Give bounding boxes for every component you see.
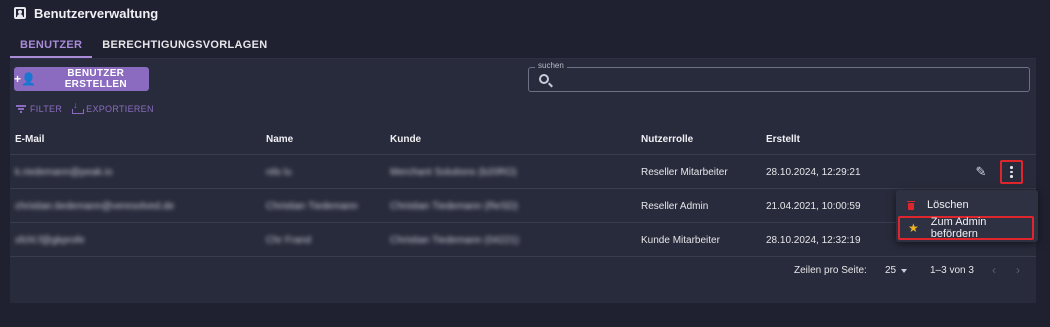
more-vert-icon (1010, 166, 1013, 178)
cell-created: 28.10.2024, 12:32:19 (766, 235, 861, 246)
chevron-down-icon[interactable] (901, 269, 907, 273)
cell-email: christian.tiedemann@veresolved.de (15, 201, 175, 212)
menu-item-label: Zum Admin befördern (930, 216, 987, 240)
cell-role: Kunde Mitarbeiter (641, 235, 720, 246)
edit-icon[interactable]: ✎ (974, 165, 988, 179)
search-icon (539, 74, 549, 84)
column-header-role[interactable]: Nutzerrolle (641, 134, 693, 145)
export-button[interactable]: EXPORTIEREN (72, 100, 154, 114)
more-actions-button[interactable] (1000, 160, 1023, 184)
menu-item-label: Löschen (927, 199, 969, 211)
column-header-name[interactable]: Name (266, 134, 293, 145)
menu-item-promote-admin[interactable]: ★ Zum Admin befördern (898, 216, 1034, 240)
table-toolbar: FILTER EXPORTIEREN (16, 100, 154, 114)
trash-icon (907, 200, 915, 210)
cell-created: 21.04.2021, 10:00:59 (766, 201, 861, 212)
filter-icon (16, 105, 26, 113)
next-page-icon[interactable]: › (1016, 263, 1020, 277)
column-header-kunde[interactable]: Kunde (390, 134, 421, 145)
filter-button[interactable]: FILTER (16, 104, 62, 114)
create-user-label: BENUTZER ERSTELLEN (64, 68, 127, 90)
search-label: suchen (535, 61, 567, 70)
cell-kunde: Merchant Solutions (b20RO) (390, 167, 517, 178)
table-row[interactable]: christian.tiedemann@veresolved.de Christ… (10, 190, 1036, 223)
previous-page-icon[interactable]: ‹ (992, 263, 996, 277)
star-icon: ★ (908, 221, 919, 235)
cell-email: k.riedemann@peak.io (15, 167, 113, 178)
app-header: Benutzerverwaltung (0, 0, 1050, 26)
column-header-created[interactable]: Erstellt (766, 134, 800, 145)
table-row[interactable]: k.riedemann@peak.io nils lu Merchant Sol… (10, 156, 1036, 189)
cell-name: Christian Tiedemann (266, 201, 358, 212)
search-input[interactable] (557, 71, 1017, 89)
users-panel: +👤 BENUTZER ERSTELLEN suchen FILTER EXPO… (10, 59, 1036, 303)
menu-item-delete[interactable]: Löschen (896, 193, 1038, 217)
row-actions-menu: Löschen ★ Zum Admin befördern (896, 190, 1038, 242)
tab-benutzer[interactable]: BENUTZER (10, 34, 93, 58)
user-card-icon (14, 7, 26, 19)
cell-kunde: Christian Tiedemann (04221) (390, 235, 519, 246)
cell-created: 28.10.2024, 12:29:21 (766, 167, 861, 178)
cell-role: Reseller Mitarbeiter (641, 167, 728, 178)
cell-email: xfchl.f@gkprofe (15, 235, 85, 246)
cell-name: Chr Frand (266, 235, 312, 246)
pagination: Zeilen pro Seite: 25 1–3 von 3 ‹ › (10, 259, 1036, 283)
page-title: Benutzerverwaltung (34, 5, 159, 21)
column-header-email[interactable]: E-Mail (15, 134, 44, 145)
search-field[interactable]: suchen (528, 61, 1030, 92)
filter-label: FILTER (30, 104, 63, 114)
table-row[interactable]: xfchl.f@gkprofe Chr Frand Christian Tied… (10, 224, 1036, 257)
cell-name: nils lu (266, 167, 292, 178)
add-user-icon: +👤 (14, 72, 37, 86)
create-user-button[interactable]: +👤 BENUTZER ERSTELLEN (14, 67, 149, 91)
tab-bar: BENUTZER BERECHTIGUNGSVORLAGEN (10, 34, 278, 58)
cell-role: Reseller Admin (641, 201, 709, 212)
export-label: EXPORTIEREN (86, 104, 154, 114)
tab-berechtigungsvorlagen[interactable]: BERECHTIGUNGSVORLAGEN (92, 34, 277, 58)
table-header: E-Mail Name Kunde Nutzerrolle Erstellt (10, 125, 1036, 155)
cell-kunde: Christian Tiedemann (ReSD) (390, 201, 518, 212)
rows-per-page-select[interactable]: 25 (885, 265, 896, 276)
export-icon (72, 100, 85, 114)
rows-per-page-label: Zeilen pro Seite: (794, 265, 867, 276)
pagination-range: 1–3 von 3 (930, 265, 974, 276)
